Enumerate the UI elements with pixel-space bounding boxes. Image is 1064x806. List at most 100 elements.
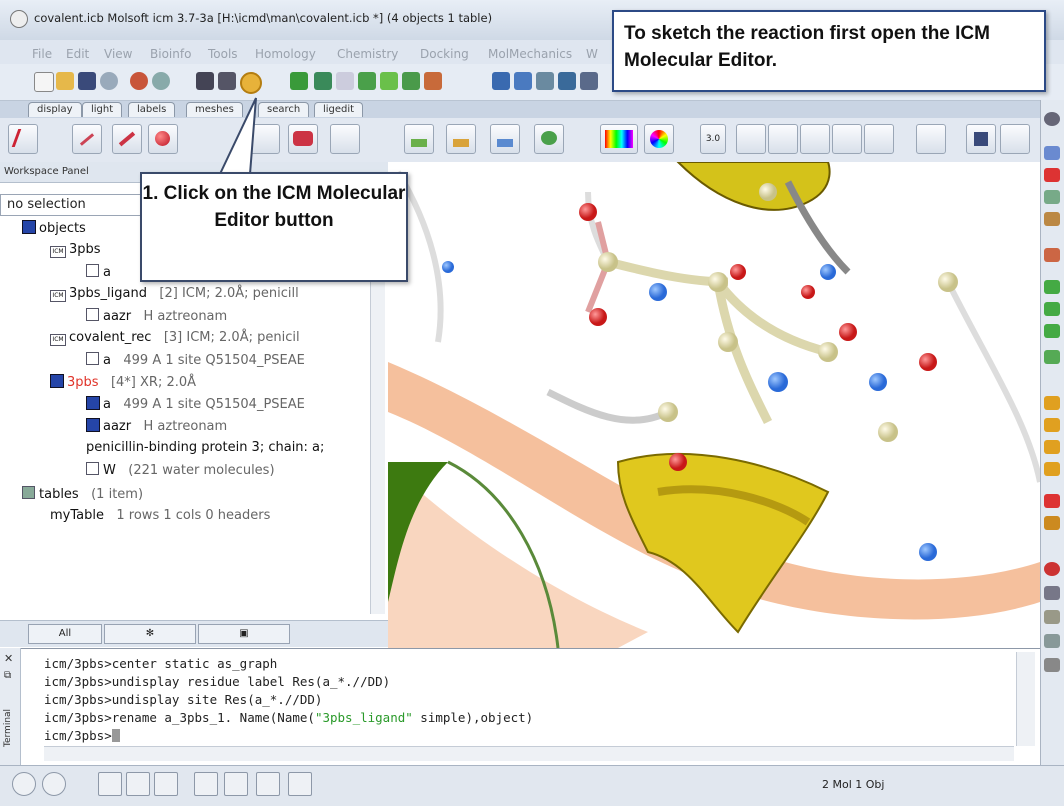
clear-measure-icon[interactable]: [864, 124, 894, 154]
settings-icon[interactable]: [194, 772, 218, 796]
terminal-prompt[interactable]: icm/3pbs>: [44, 728, 120, 743]
save-icon[interactable]: [78, 72, 96, 90]
menu-molmechanics[interactable]: MolMechanics: [488, 47, 572, 61]
cartoon-icon[interactable]: [330, 124, 360, 154]
redo-icon[interactable]: [152, 72, 170, 90]
chemistry-icon-5[interactable]: [402, 72, 420, 90]
chemistry-icon-4[interactable]: [380, 72, 398, 90]
zoom-icon[interactable]: [1044, 190, 1060, 204]
table-icon[interactable]: [154, 772, 178, 796]
binoculars-icon[interactable]: [218, 72, 236, 90]
distance-icon[interactable]: [768, 124, 798, 154]
menu-file[interactable]: File: [32, 47, 52, 61]
sequence-icon[interactable]: [196, 72, 214, 90]
sequence-panel-icon[interactable]: [98, 772, 122, 796]
torsion-icon[interactable]: [832, 124, 862, 154]
close-icon[interactable]: ✕: [4, 652, 13, 665]
hand-icon[interactable]: [1044, 658, 1060, 672]
star-icon[interactable]: [1044, 610, 1060, 624]
tree-mytable[interactable]: myTable 1 rows 1 cols 0 headers: [50, 508, 270, 523]
ball-icon[interactable]: [148, 124, 178, 154]
workspace-tab-html[interactable]: ▣: [198, 624, 290, 644]
menu-homology[interactable]: Homology: [255, 47, 316, 61]
toolbar-icon-a[interactable]: [492, 72, 510, 90]
chemistry-icon-6[interactable]: [424, 72, 442, 90]
undisplay-icon[interactable]: [8, 124, 38, 154]
restore-view-icon[interactable]: [1000, 124, 1030, 154]
toolbar-icon-e[interactable]: [580, 72, 598, 90]
toolbar-icon-b[interactable]: [514, 72, 532, 90]
detach-icon[interactable]: ⧉: [4, 670, 11, 681]
clip-icon[interactable]: [1044, 212, 1060, 226]
stop-icon[interactable]: [12, 772, 36, 796]
color-wheel-icon[interactable]: [644, 124, 674, 154]
translate-icon[interactable]: [1044, 168, 1060, 182]
chemistry-icon-3[interactable]: [358, 72, 376, 90]
tab-display[interactable]: display: [28, 102, 82, 117]
tree-molecule-a-rec[interactable]: a 499 A 1 site Q51504_PSEAE: [86, 352, 305, 368]
view-icon-3[interactable]: [1044, 302, 1060, 316]
workspace-tab-molecules[interactable]: ✻: [104, 624, 196, 644]
menu-window[interactable]: W: [586, 47, 598, 61]
lock-small-icon[interactable]: [1044, 516, 1060, 530]
level-icon-2[interactable]: [1044, 418, 1060, 432]
tab-labels[interactable]: labels: [128, 102, 176, 117]
level-icon-4[interactable]: [1044, 462, 1060, 476]
tab-ligedit[interactable]: ligedit: [314, 102, 364, 117]
chemistry-icon-2[interactable]: [314, 72, 332, 90]
tree-molecule-a[interactable]: a: [86, 264, 111, 280]
angle-icon[interactable]: [800, 124, 830, 154]
tree-water[interactable]: W (221 water molecules): [86, 462, 275, 478]
tree-objects[interactable]: objects: [22, 220, 86, 236]
menu-bioinfo[interactable]: Bioinfo: [150, 47, 191, 61]
tree-object-3pbs-ligand[interactable]: ICM 3pbs_ligand [2] ICM; 2.0Å; penicill: [50, 286, 299, 302]
menu-view[interactable]: View: [104, 47, 132, 61]
atom-label-icon[interactable]: [446, 124, 476, 154]
chemistry-icon-1[interactable]: [290, 72, 308, 90]
tree-tables[interactable]: tables (1 item): [22, 486, 143, 502]
binoculars-small-icon[interactable]: [256, 772, 280, 796]
molecular-3d-view[interactable]: [388, 162, 1040, 648]
tree-protein-description[interactable]: penicillin-binding protein 3; chain: a;: [86, 440, 324, 455]
new-file-icon[interactable]: [34, 72, 54, 92]
workspace-tab-all[interactable]: All: [28, 624, 102, 644]
save-view-icon[interactable]: [966, 124, 996, 154]
distance-label-icon[interactable]: [490, 124, 520, 154]
stick-icon[interactable]: [112, 124, 142, 154]
terminal-horizontal-scrollbar[interactable]: [44, 746, 1014, 761]
wire-icon[interactable]: [72, 124, 102, 154]
rotate-icon[interactable]: [1044, 146, 1060, 160]
size-spinner[interactable]: 3.0: [700, 124, 726, 154]
tree-object-3pbs-current[interactable]: 3pbs [4*] XR; 2.0Å: [50, 374, 196, 390]
color-palette-icon[interactable]: [600, 124, 638, 154]
tree-object-3pbs-a[interactable]: ICM 3pbs: [50, 242, 101, 258]
terminal-vertical-scrollbar[interactable]: [1016, 652, 1035, 746]
grid-icon[interactable]: [42, 772, 66, 796]
view-icon-2[interactable]: [1044, 280, 1060, 294]
site-icon[interactable]: [534, 124, 564, 154]
search-icon[interactable]: [288, 772, 312, 796]
connect-icon[interactable]: [736, 124, 766, 154]
undo-icon[interactable]: [130, 72, 148, 90]
toolbar-icon-d[interactable]: [558, 72, 576, 90]
open-folder-icon[interactable]: [56, 72, 74, 90]
residue-label-icon[interactable]: [404, 124, 434, 154]
tree-molecule-aazr-3pbs[interactable]: aazr H aztreonam: [86, 418, 227, 434]
lock-icon[interactable]: [916, 124, 946, 154]
view-icon-1[interactable]: [1044, 248, 1060, 262]
highlight-icon[interactable]: [1044, 494, 1060, 508]
camera-icon[interactable]: [224, 772, 248, 796]
r-group-icon[interactable]: [336, 72, 354, 90]
menu-edit[interactable]: Edit: [66, 47, 89, 61]
gear-icon[interactable]: [1044, 112, 1060, 126]
window-icon[interactable]: [126, 772, 150, 796]
level-icon-1[interactable]: [1044, 396, 1060, 410]
level-icon-3[interactable]: [1044, 440, 1060, 454]
tree-object-covalent-rec[interactable]: ICM covalent_rec [3] ICM; 2.0Å; penicil: [50, 330, 300, 346]
molecular-editor-icon[interactable]: [240, 72, 262, 94]
tool-icon-b[interactable]: [1044, 586, 1060, 600]
ribbon-icon[interactable]: [288, 124, 318, 154]
tree-molecule-a-3pbs[interactable]: a 499 A 1 site Q51504_PSEAE: [86, 396, 305, 412]
tool-icon-a[interactable]: [1044, 562, 1060, 576]
menu-chemistry[interactable]: Chemistry: [337, 47, 398, 61]
